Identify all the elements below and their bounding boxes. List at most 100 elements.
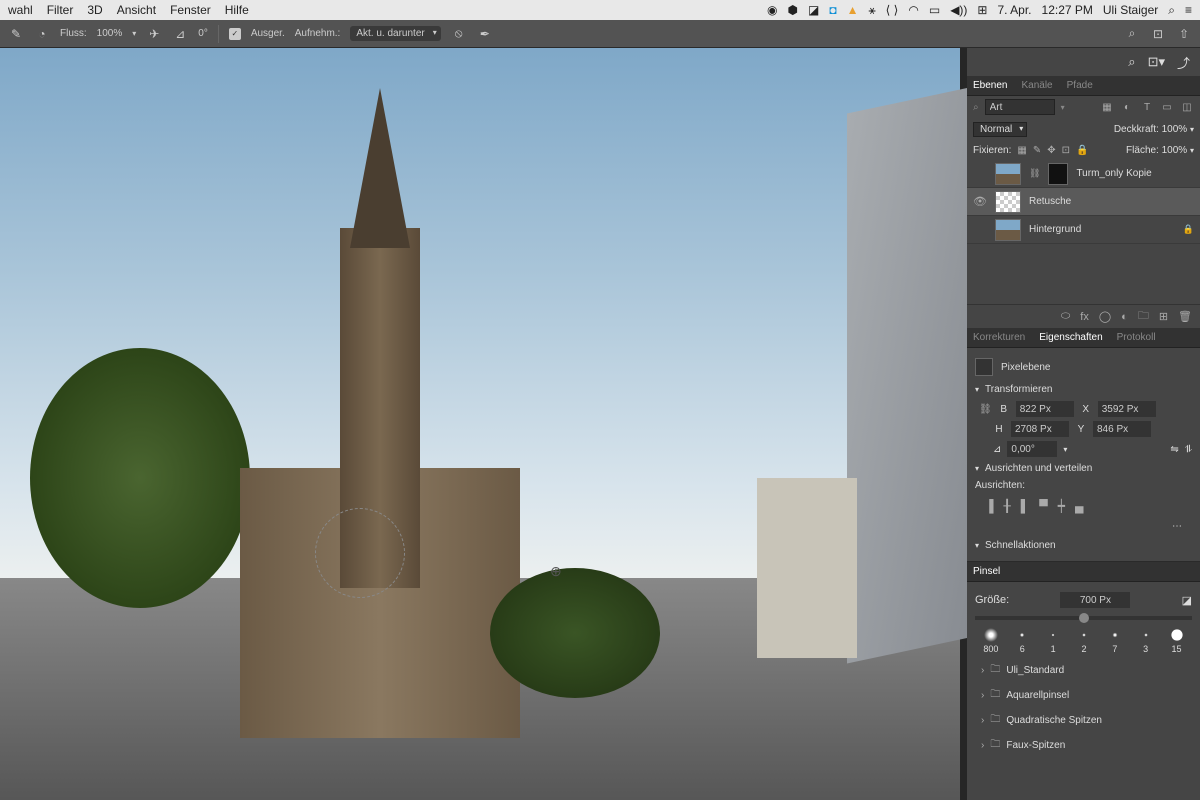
brush-preset[interactable]: 7	[1108, 628, 1122, 654]
tab-paths[interactable]: Pfade	[1067, 80, 1093, 91]
menu-item[interactable]: wahl	[8, 3, 33, 17]
link-icon[interactable]: ⛓	[1029, 168, 1040, 179]
layer-row[interactable]: 👁 Retusche	[967, 188, 1200, 216]
quick-actions-header[interactable]: Schnellaktionen	[975, 536, 1192, 555]
align-vcenter-icon[interactable]: ┿	[1058, 499, 1065, 513]
menu-icon[interactable]: ≡	[1185, 3, 1192, 17]
blend-mode-dropdown[interactable]: Normal	[973, 122, 1027, 137]
align-right-icon[interactable]: ▌	[1021, 499, 1030, 513]
tab-channels[interactable]: Kanäle	[1021, 80, 1052, 91]
search-icon[interactable]: ⌕	[1124, 26, 1140, 42]
brush-folder[interactable]: 🗀Quadratische Spitzen	[979, 708, 1188, 733]
filter-type-icon[interactable]: T	[1140, 102, 1154, 113]
airbrush-icon[interactable]: ✈	[146, 26, 162, 42]
dropbox-icon[interactable]: ⬢	[787, 3, 797, 17]
height-input[interactable]	[1011, 421, 1069, 437]
align-left-icon[interactable]: ▐	[985, 499, 994, 513]
status-icon[interactable]: ◉	[767, 3, 777, 17]
layer-name[interactable]: Retusche	[1029, 196, 1071, 207]
group-icon[interactable]: 🗀	[1138, 307, 1149, 326]
brush-preset[interactable]: 3	[1139, 628, 1153, 654]
code-icon[interactable]: ⟨ ⟩	[886, 3, 899, 17]
status-icon[interactable]: ◪	[808, 3, 819, 17]
brush-preset[interactable]: 15	[1170, 628, 1184, 654]
layer-name[interactable]: Turm_only Kopie	[1076, 168, 1151, 179]
delete-icon[interactable]: 🗑	[1178, 310, 1192, 323]
align-bottom-icon[interactable]: ▄	[1075, 499, 1084, 513]
brush-preset[interactable]: 2	[1077, 628, 1091, 654]
flow-value[interactable]: 100%	[97, 28, 123, 39]
arrange-icon[interactable]: ⊡▾	[1148, 54, 1165, 70]
link-wh-icon[interactable]: ⛓	[979, 404, 992, 415]
rotation-input[interactable]	[1007, 441, 1057, 457]
brush-size-input[interactable]	[1060, 592, 1130, 608]
search-icon[interactable]: ⌕	[1128, 54, 1135, 70]
brush-folder[interactable]: 🗀Aquarellpinsel	[979, 683, 1188, 708]
lock-pixels-icon[interactable]: ✎	[1033, 145, 1041, 156]
flip-v-icon[interactable]: ⥮	[1185, 444, 1192, 455]
menu-item[interactable]: Ansicht	[117, 3, 156, 17]
chevron-down-icon[interactable]: ▾	[132, 29, 136, 38]
align-top-icon[interactable]: ▀	[1039, 499, 1048, 513]
filter-image-icon[interactable]: ▦	[1100, 102, 1114, 113]
filter-smart-icon[interactable]: ◫	[1180, 102, 1194, 113]
layer-thumbnail[interactable]	[995, 191, 1021, 213]
y-input[interactable]	[1093, 421, 1151, 437]
mask-icon[interactable]: ◯	[1099, 310, 1111, 323]
bluetooth-icon[interactable]: ⚹	[868, 3, 875, 18]
brush-folder[interactable]: 🗀Uli_Standard	[979, 658, 1188, 683]
tab-history[interactable]: Protokoll	[1117, 332, 1156, 343]
flip-h-icon[interactable]: ⇋	[1170, 444, 1178, 455]
brush-preset-icon[interactable]: ◔	[34, 26, 50, 42]
share-icon[interactable]: ⇧	[1176, 26, 1192, 42]
angle-value[interactable]: 0°	[198, 28, 208, 39]
brush-preset[interactable]: 1	[1046, 628, 1060, 654]
sample-dropdown[interactable]: Akt. u. darunter	[350, 26, 440, 41]
layer-thumbnail[interactable]	[995, 219, 1021, 241]
lock-all-icon[interactable]: 🔒	[1076, 145, 1088, 156]
layer-mask-thumbnail[interactable]	[1048, 163, 1068, 185]
link-layers-icon[interactable]: ⬭	[1061, 310, 1070, 323]
brush-size-slider[interactable]	[975, 616, 1192, 620]
menu-item[interactable]: Hilfe	[225, 3, 249, 17]
wifi-icon[interactable]: ◠	[908, 3, 918, 17]
volume-icon[interactable]: ◀))	[950, 3, 967, 17]
brush-folder[interactable]: 🗀Faux-Spitzen	[979, 733, 1188, 758]
spotlight-icon[interactable]: ⌕	[1168, 3, 1175, 18]
share-icon[interactable]: ⤴	[1177, 53, 1190, 72]
adjustment-icon[interactable]: ◐	[1121, 311, 1128, 323]
tab-properties[interactable]: Eigenschaften	[1039, 332, 1102, 343]
document-canvas[interactable]: ⊕	[0, 48, 967, 800]
tool-icon[interactable]: ✎	[8, 26, 24, 42]
menu-item[interactable]: 3D	[87, 3, 102, 17]
tab-corrections[interactable]: Korrekturen	[973, 332, 1025, 343]
align-hcenter-icon[interactable]: ╂	[1004, 499, 1011, 513]
tab-layers[interactable]: Ebenen	[973, 80, 1007, 91]
lock-pos-icon[interactable]: ✥	[1047, 145, 1055, 156]
layer-row[interactable]: Hintergrund 🔒	[967, 216, 1200, 244]
transform-header[interactable]: Transformieren	[975, 380, 1192, 399]
brush-preset[interactable]: 6	[1015, 628, 1029, 654]
width-input[interactable]	[1016, 401, 1074, 417]
align-header[interactable]: Ausrichten und verteilen	[975, 459, 1192, 478]
menubar-user[interactable]: Uli Staiger	[1103, 3, 1158, 17]
filter-adj-icon[interactable]: ◐	[1120, 102, 1134, 113]
menu-item[interactable]: Fenster	[170, 3, 211, 17]
fill-value[interactable]: 100%	[1162, 145, 1188, 156]
display-icon[interactable]: ▭	[929, 3, 940, 17]
aligned-checkbox[interactable]: ✓	[229, 28, 241, 40]
teamviewer-icon[interactable]: ◘	[829, 3, 836, 17]
warning-icon[interactable]: ▲	[847, 3, 859, 17]
layer-row[interactable]: ⛓ Turm_only Kopie	[967, 160, 1200, 188]
tab-brushes[interactable]: Pinsel	[973, 566, 1000, 577]
pressure-icon[interactable]: ✒	[477, 26, 493, 42]
fx-icon[interactable]: fx	[1080, 311, 1089, 323]
frame-icon[interactable]: ⊡	[1150, 26, 1166, 42]
menu-item[interactable]: Filter	[47, 3, 74, 17]
filter-shape-icon[interactable]: ▭	[1160, 102, 1174, 113]
input-icon[interactable]: ⊞	[977, 3, 987, 17]
x-input[interactable]	[1098, 401, 1156, 417]
layer-filter-input[interactable]	[985, 99, 1055, 115]
visibility-icon[interactable]: 👁	[973, 195, 987, 208]
new-layer-icon[interactable]: ⊞	[1159, 310, 1168, 323]
